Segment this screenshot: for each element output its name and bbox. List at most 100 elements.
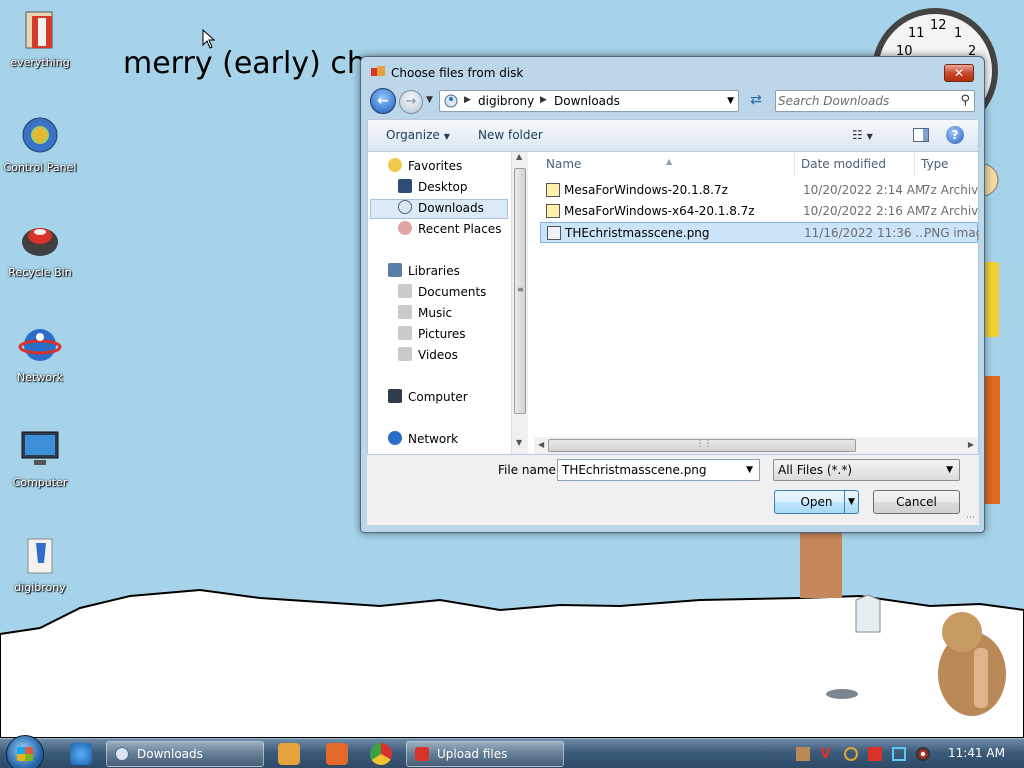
- dialog-title: Choose files from disk: [391, 66, 524, 80]
- file-type-filter-value: All Files (*.*): [778, 463, 853, 477]
- close-button[interactable]: ✕: [944, 64, 974, 82]
- file-row[interactable]: MesaForWindows-x64-20.1.8.7z 10/20/2022 …: [540, 201, 978, 222]
- column-header-date[interactable]: Date modified: [795, 152, 915, 176]
- file-name-value[interactable]: THEchristmasscene.png: [562, 463, 707, 477]
- file-list-horizontal-scrollbar[interactable]: ◀ ⋮⋮ ▶: [534, 437, 978, 454]
- file-type-filter-select[interactable]: All Files (*.*) ▼: [773, 459, 960, 481]
- desktop-icon-label: Network: [17, 371, 63, 384]
- chrome-icon[interactable]: [370, 743, 392, 765]
- tray-antivirus-icon[interactable]: V: [820, 747, 834, 761]
- preview-pane-button[interactable]: [913, 128, 929, 142]
- nav-network[interactable]: Network: [388, 431, 458, 451]
- search-icon[interactable]: ⚲: [960, 93, 970, 108]
- nav-item-downloads[interactable]: Downloads: [370, 199, 508, 219]
- column-header-name[interactable]: Name ▲: [540, 152, 795, 176]
- tray-flag-icon[interactable]: [868, 747, 882, 761]
- taskbar-item-downloads[interactable]: Downloads: [106, 741, 264, 767]
- chevron-down-icon: ▼: [866, 132, 873, 141]
- taskbar-item-label: Downloads: [137, 747, 203, 761]
- file-date: 10/20/2022 2:16 AM: [803, 204, 926, 218]
- file-date: 11/16/2022 11:36 ...: [804, 226, 927, 240]
- view-options-button[interactable]: ☷ ▼: [852, 128, 873, 142]
- desktop-icon-control-panel[interactable]: Control Panel: [0, 113, 80, 174]
- resize-grip-icon[interactable]: ⋯: [966, 513, 975, 523]
- organize-label: Organize: [386, 128, 440, 142]
- nav-libraries[interactable]: Libraries: [388, 263, 460, 283]
- nav-favorites[interactable]: Favorites: [388, 158, 462, 178]
- image-file-icon: [547, 226, 561, 240]
- open-button-label: Open: [800, 495, 833, 509]
- nav-item-videos[interactable]: Videos: [398, 347, 458, 367]
- chevron-down-icon[interactable]: ▼: [746, 465, 753, 475]
- archive-file-icon: [546, 183, 560, 197]
- desktop-icon-everything[interactable]: everything: [0, 8, 80, 69]
- tray-app-icon[interactable]: [796, 747, 810, 761]
- search-input[interactable]: [778, 93, 948, 109]
- desktop-icon-computer[interactable]: Computer: [0, 428, 80, 489]
- desktop-icon-digibrony[interactable]: digibrony: [0, 533, 80, 594]
- nav-pane-scrollbar[interactable]: ▲ ≡ ▼: [511, 152, 528, 454]
- cancel-button[interactable]: Cancel: [873, 490, 960, 514]
- taskbar-item-upload-files[interactable]: Upload files: [406, 741, 564, 767]
- scroll-right-arrow-icon[interactable]: ▶: [968, 440, 974, 449]
- libraries-icon: [388, 263, 402, 277]
- nav-label: Music: [418, 306, 453, 320]
- start-button[interactable]: [6, 735, 44, 768]
- tray-monitor-icon[interactable]: [892, 747, 906, 761]
- breadcrumb-arrow-icon[interactable]: ▶: [464, 95, 471, 105]
- desktop-icon: [398, 179, 412, 193]
- organize-menu-button[interactable]: Organize ▼: [386, 128, 450, 142]
- breadcrumb-downloads[interactable]: Downloads: [554, 94, 620, 108]
- taskbar-item-label: Upload files: [437, 747, 508, 761]
- file-type: 7z Archive: [923, 183, 978, 197]
- internet-explorer-icon[interactable]: [70, 743, 92, 765]
- nav-item-pictures[interactable]: Pictures: [398, 326, 466, 346]
- tray-search-icon[interactable]: [844, 747, 858, 761]
- back-button[interactable]: ←: [370, 88, 396, 114]
- open-options-dropdown[interactable]: ▼: [844, 491, 858, 513]
- recent-places-icon: [398, 221, 412, 235]
- nav-label: Documents: [418, 285, 487, 299]
- scroll-up-arrow-icon[interactable]: ▲: [516, 152, 522, 161]
- address-bar[interactable]: ▶ digibrony ▶ Downloads ▼: [439, 90, 739, 112]
- open-button[interactable]: Open ▼: [774, 490, 859, 514]
- refresh-button[interactable]: ⇄: [745, 90, 767, 112]
- archive-file-icon: [546, 204, 560, 218]
- browser-content: Favorites Desktop Downloads Recent Place…: [367, 151, 979, 455]
- computer-monitor-icon: [21, 431, 59, 465]
- nav-item-desktop[interactable]: Desktop: [398, 179, 468, 199]
- file-row[interactable]: MesaForWindows-20.1.8.7z 10/20/2022 2:14…: [540, 180, 978, 201]
- forward-button[interactable]: →: [399, 90, 423, 114]
- file-row-selected[interactable]: THEchristmasscene.png 11/16/2022 11:36 .…: [540, 222, 979, 243]
- media-player-icon[interactable]: [278, 743, 300, 765]
- nav-item-documents[interactable]: Documents: [398, 284, 486, 304]
- videos-icon: [398, 347, 412, 361]
- recent-locations-dropdown[interactable]: ▼: [426, 95, 436, 107]
- downloads-icon: [398, 200, 412, 214]
- star-icon: [388, 158, 402, 172]
- scroll-grip-icon: ⋮⋮: [696, 439, 712, 448]
- help-button[interactable]: ?: [946, 126, 964, 144]
- desktop-icon-network[interactable]: Network: [0, 323, 80, 384]
- search-box[interactable]: ⚲: [775, 90, 975, 112]
- new-folder-button[interactable]: New folder: [478, 128, 543, 142]
- control-panel-icon: [22, 117, 58, 153]
- clock-number: 11: [908, 26, 925, 41]
- file-name-combobox[interactable]: THEchristmasscene.png ▼: [557, 459, 760, 481]
- chevron-down-icon[interactable]: ▼: [727, 96, 734, 106]
- pinned-app-icon[interactable]: [326, 743, 348, 765]
- scroll-left-arrow-icon[interactable]: ◀: [538, 440, 544, 449]
- nav-computer[interactable]: Computer: [388, 389, 468, 409]
- column-header-type[interactable]: Type: [915, 152, 978, 176]
- breadcrumb-arrow-icon[interactable]: ▶: [540, 95, 547, 105]
- nav-item-recent-places[interactable]: Recent Places: [398, 221, 501, 241]
- wallpaper-greeting-text: merry (early) ch: [123, 46, 366, 81]
- dialog-titlebar[interactable]: Choose files from disk ✕: [361, 57, 984, 87]
- nav-item-music[interactable]: Music: [398, 305, 452, 325]
- breadcrumb-digibrony[interactable]: digibrony: [478, 94, 534, 108]
- downloads-folder-icon: [115, 747, 129, 761]
- scroll-down-arrow-icon[interactable]: ▼: [516, 438, 522, 447]
- desktop-icon-recycle-bin[interactable]: Recycle Bin: [0, 218, 80, 279]
- taskbar-clock[interactable]: 11:41 AM: [948, 746, 1005, 760]
- tray-volume-icon[interactable]: [916, 747, 930, 761]
